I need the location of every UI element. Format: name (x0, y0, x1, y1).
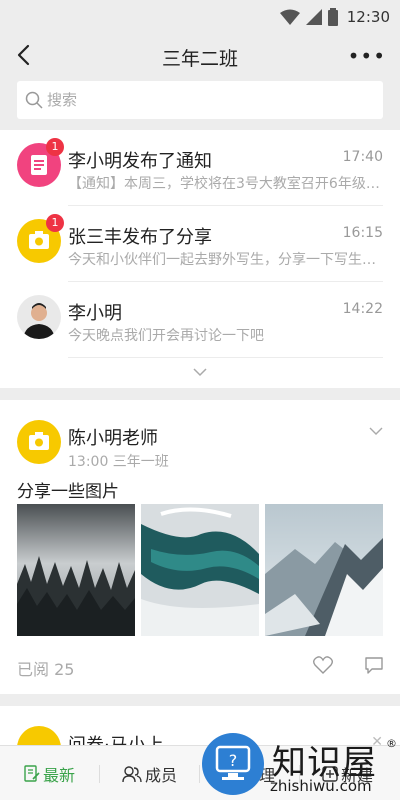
battery-icon (328, 8, 338, 26)
status-time: 12:30 (346, 8, 390, 26)
unread-badge: 1 (46, 214, 64, 232)
unread-badge: 1 (46, 138, 64, 156)
chevron-down-icon[interactable] (192, 366, 208, 378)
post-card: 陈小明老师 13:00 三年一班 分享一些图片 已阅 25 (0, 400, 400, 694)
message-time: 14:22 (342, 301, 383, 317)
document-edit-icon (24, 765, 40, 782)
tab-divider (99, 765, 100, 783)
message-title: 张三丰发布了分享 (68, 227, 212, 248)
message-title: 李小明 (68, 303, 122, 324)
list-item[interactable]: 李小明 14:22 今天晚点我们开会再讨论一下吧 (0, 282, 400, 358)
post-avatar (17, 420, 61, 464)
page-title: 三年二班 (161, 48, 238, 70)
tab-members[interactable]: 成员 (122, 763, 177, 785)
post-text: 分享一些图片 (17, 482, 119, 502)
people-icon (122, 766, 142, 783)
comment-icon[interactable] (365, 657, 383, 674)
registered-mark: ® (386, 737, 397, 750)
signal-icon (306, 9, 322, 25)
message-preview: 今天和小伙伴们一起去野外写生，分享一下写生作… (68, 252, 383, 268)
list-item[interactable]: 1 张三丰发布了分享 16:15 今天和小伙伴们一起去野外写生，分享一下写生作… (0, 206, 400, 282)
search-input[interactable] (47, 89, 367, 111)
chevron-down-icon[interactable] (369, 426, 383, 436)
message-preview: 【通知】本周三，学校将在3号大教室召开6年级… (68, 176, 380, 192)
status-icons (280, 8, 338, 26)
watermark-monitor-icon: ? (202, 733, 264, 795)
watermark-logo: ? 知识屋 ® zhishiwu.com (200, 733, 400, 800)
heart-icon[interactable] (313, 656, 333, 674)
list-item[interactable]: 1 李小明发布了通知 17:40 【通知】本周三，学校将在3号大教室召开6年级… (0, 130, 400, 206)
nav-bar: 三年二班 ••• (0, 34, 400, 78)
post-meta: 13:00 三年一班 (68, 454, 169, 470)
tab-label: 最新 (43, 766, 76, 785)
camera-icon (29, 432, 49, 450)
search-icon (25, 91, 43, 109)
wifi-icon (280, 9, 300, 25)
status-bar: 12:30 (0, 0, 400, 34)
message-time: 16:15 (342, 225, 383, 241)
tab-latest[interactable]: 最新 (24, 763, 75, 785)
avatar (17, 295, 61, 339)
misty-forest-photo[interactable] (17, 504, 135, 636)
svg-text:?: ? (229, 751, 238, 770)
divider (68, 357, 383, 358)
post-author: 陈小明老师 (68, 428, 158, 449)
person-photo (23, 303, 55, 339)
message-preview: 今天晚点我们开会再讨论一下吧 (68, 328, 264, 344)
watermark-url: zhishiwu.com (270, 777, 372, 795)
message-list: 1 李小明发布了通知 17:40 【通知】本周三，学校将在3号大教室召开6年级…… (0, 130, 400, 388)
snowy-mountain-photo[interactable] (265, 504, 383, 636)
search-bar[interactable] (17, 81, 383, 119)
message-title: 李小明发布了通知 (68, 151, 212, 172)
ice-river-photo[interactable] (141, 504, 259, 636)
more-icon[interactable]: ••• (348, 44, 386, 68)
tab-label: 成员 (145, 766, 178, 785)
read-count: 已阅 25 (17, 660, 75, 679)
message-time: 17:40 (342, 149, 383, 165)
